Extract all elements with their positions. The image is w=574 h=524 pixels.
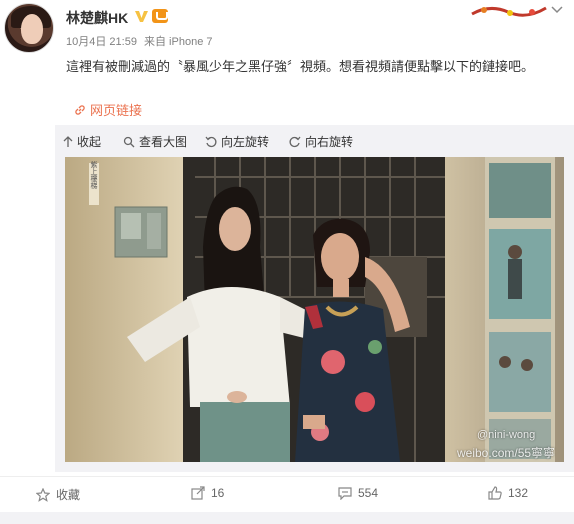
view-large-button[interactable]: 查看大图 [123,133,187,150]
media-panel: 收起 查看大图 向左旋转 向右旋转 紫上樓梯 @nini-wong weibo.… [55,125,574,472]
web-link-label[interactable]: 网页链接 [90,103,142,118]
wall-sign: 紫上樓梯 [90,161,98,190]
watermark-site: weibo.com/55寧寧Wong [457,446,556,462]
chevron-down-icon[interactable] [551,6,563,14]
post-photo[interactable]: 紫上樓梯 @nini-wong weibo.com/55寧寧 [65,157,564,462]
comment-icon [338,487,352,500]
collapse-label: 收起 [77,135,102,149]
favorite-button[interactable]: 收藏 [36,486,80,503]
username[interactable]: 林楚麒HK [66,8,128,28]
media-toolbar: 收起 查看大图 向左旋转 向右旋转 [55,125,574,155]
thumbs-up-icon [488,486,502,500]
rotate-left-button[interactable]: 向左旋转 [205,133,269,150]
holiday-banner-icon [471,6,547,17]
watermark-handle: @nini-wong [477,429,536,441]
photo-illustration: 紫上樓梯 [65,157,564,462]
like-button[interactable]: 132 [488,486,528,500]
magnifier-icon [123,136,135,147]
rotate-right-label: 向右旋转 [305,135,354,149]
rotate-right-button[interactable]: 向右旋转 [289,133,353,150]
collapse-up-icon [63,135,73,147]
rotate-left-icon [205,136,217,147]
action-bar: 收藏 16 554 132 [0,476,574,510]
member-crown-icon[interactable] [152,9,168,23]
like-count: 132 [508,486,529,500]
link-icon [75,105,85,115]
comment-button[interactable]: 554 [338,486,378,500]
bottom-divider [0,512,574,524]
post-source: 来自 iPhone 7 [144,36,213,48]
weibo-post-card: 林楚麒HK 10月4日 21:59 来自 iPhone 7 這裡有被刪減過的〝暴… [0,0,574,524]
verified-v-icon [135,11,148,22]
web-link[interactable]: 网页链接 [74,100,142,119]
post-date[interactable]: 10月4日 21:59 [66,36,137,48]
avatar[interactable] [4,3,54,53]
collapse-button[interactable]: 收起 [63,133,101,150]
comment-count: 554 [358,486,379,500]
rotate-left-label: 向左旋转 [221,135,270,149]
favorite-label: 收藏 [56,488,81,502]
repost-count: 16 [211,486,225,500]
post-text: 這裡有被刪減過的〝暴風少年之黑仔強〞視頻。想看視頻請便點擊以下的鏈接吧。 [66,59,535,74]
repost-icon [191,486,205,500]
repost-button[interactable]: 16 [191,486,224,500]
post-meta: 10月4日 21:59 来自 iPhone 7 [66,33,216,49]
star-icon [36,487,50,502]
view-large-label: 查看大图 [139,135,188,149]
rotate-right-icon [289,136,301,147]
